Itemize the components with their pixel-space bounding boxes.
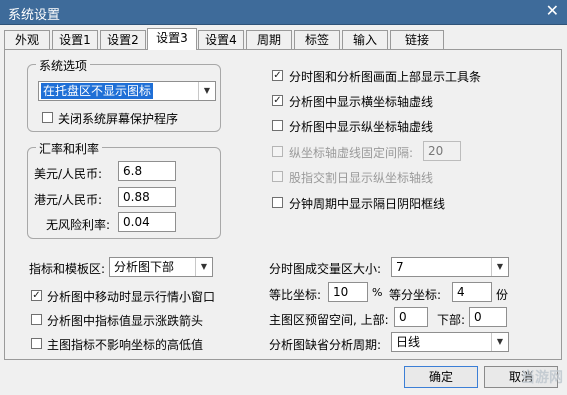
riskfree-label: 无风险利率: <box>46 218 111 232</box>
ex-date-checkbox[interactable] <box>272 171 283 182</box>
volume-area-label: 分时图成交量区大小: <box>269 262 382 276</box>
tray-icon-select-value: 在托盘区不显示图标 <box>41 83 154 99</box>
minute-shade-label: 分钟周期中显示隔日阴阳框线 <box>289 197 446 211</box>
indicator-area-select[interactable]: 分析图下部 ▼ <box>109 257 213 277</box>
default-period-label: 分析图缺省分析周期: <box>269 338 382 352</box>
volume-area-select-value: 7 <box>396 260 404 274</box>
indicator-area-label: 指标和模板区: <box>29 262 106 276</box>
fixed-interval-checkbox[interactable] <box>272 146 283 157</box>
close-screensaver-label: 关闭系统屏幕保护程序 <box>58 112 179 126</box>
chevron-down-icon[interactable]: ▼ <box>491 258 508 276</box>
ratio-unit: % <box>372 286 383 299</box>
updown-arrow-checkbox[interactable] <box>31 314 42 325</box>
reserve-bottom-label: 下部: <box>437 313 466 327</box>
exchange-rate-group: 汇率和利率 美元/人民币: 6.8 港元/人民币: 0.88 无风险利率: 0.… <box>27 140 221 239</box>
tab-labels[interactable]: 标签 <box>294 30 340 49</box>
tab-settings3[interactable]: 设置3 <box>147 28 197 50</box>
equal-coord-label: 等分坐标: <box>389 288 442 302</box>
tab-period[interactable]: 周期 <box>246 30 292 49</box>
default-period-select-value: 日线 <box>396 335 421 349</box>
watermark-logo: 当游网 <box>521 370 563 386</box>
reserve-space-label: 主图区预留空间, 上部: <box>269 313 389 327</box>
popup-window-label: 分析图中移动时显示行情小窗口 <box>47 290 216 304</box>
highlow-label: 主图指标不影响坐标的高低值 <box>47 338 204 352</box>
highlow-checkbox[interactable] <box>31 338 42 349</box>
title-bar: 系统设置 ✕ <box>0 0 567 25</box>
reserve-top-input[interactable]: 0 <box>394 307 428 327</box>
ok-button[interactable]: 确定 <box>404 366 478 388</box>
tab-appearance[interactable]: 外观 <box>4 30 50 49</box>
exchange-rate-title: 汇率和利率 <box>36 140 103 157</box>
ratio-coord-label: 等比坐标: <box>269 288 322 302</box>
ex-date-label: 股指交割日显示纵坐标轴线 <box>289 171 434 185</box>
toolbar-checkbox[interactable]: ✓ <box>272 70 283 81</box>
window-title: 系统设置 <box>8 8 61 23</box>
usd-label: 美元/人民币: <box>34 167 103 181</box>
updown-arrow-label: 分析图中指标值显示涨跌箭头 <box>47 314 204 328</box>
ratio-coord-input[interactable]: 10 <box>328 282 368 302</box>
tab-input[interactable]: 输入 <box>342 30 388 49</box>
close-icon[interactable]: ✕ <box>546 2 559 20</box>
riskfree-rate-input[interactable]: 0.04 <box>118 212 176 232</box>
chevron-down-icon[interactable]: ▼ <box>195 258 212 276</box>
chevron-down-icon[interactable]: ▼ <box>198 82 215 100</box>
tab-settings2[interactable]: 设置2 <box>100 30 146 49</box>
horiz-grid-label: 分析图中显示横坐标轴虚线 <box>289 95 434 109</box>
system-options-group: 系统选项 在托盘区不显示图标 ▼ 关闭系统屏幕保护程序 <box>27 57 221 132</box>
settings-panel: 系统选项 在托盘区不显示图标 ▼ 关闭系统屏幕保护程序 汇率和利率 美元/人民币… <box>4 49 562 360</box>
toolbar-label: 分时图和分析图画面上部显示工具条 <box>289 70 482 84</box>
popup-window-checkbox[interactable]: ✓ <box>31 290 42 301</box>
equal-unit: 份 <box>496 288 509 302</box>
fixed-interval-label: 纵坐标轴虚线固定间隔: <box>289 146 414 160</box>
chevron-down-icon[interactable]: ▼ <box>491 333 508 351</box>
close-screensaver-checkbox[interactable] <box>42 112 53 123</box>
reserve-bottom-input[interactable]: 0 <box>469 307 507 327</box>
usd-rate-input[interactable]: 6.8 <box>118 161 176 181</box>
tab-settings4[interactable]: 设置4 <box>198 30 244 49</box>
system-options-title: 系统选项 <box>36 57 91 74</box>
fixed-interval-input[interactable]: 20 <box>423 141 461 161</box>
tab-links[interactable]: 链接 <box>390 30 444 49</box>
vert-grid-label: 分析图中显示纵坐标轴虚线 <box>289 120 434 134</box>
horiz-grid-checkbox[interactable]: ✓ <box>272 95 283 106</box>
hkd-rate-input[interactable]: 0.88 <box>118 187 176 207</box>
minute-shade-checkbox[interactable] <box>272 197 283 208</box>
volume-area-select[interactable]: 7 ▼ <box>391 257 509 277</box>
hkd-label: 港元/人民币: <box>34 193 103 207</box>
indicator-area-select-value: 分析图下部 <box>114 260 175 274</box>
vert-grid-checkbox[interactable] <box>272 120 283 131</box>
tray-icon-select[interactable]: 在托盘区不显示图标 ▼ <box>38 81 216 101</box>
default-period-select[interactable]: 日线 ▼ <box>391 332 509 352</box>
equal-coord-input[interactable]: 4 <box>452 282 492 302</box>
tab-settings1[interactable]: 设置1 <box>52 30 98 49</box>
